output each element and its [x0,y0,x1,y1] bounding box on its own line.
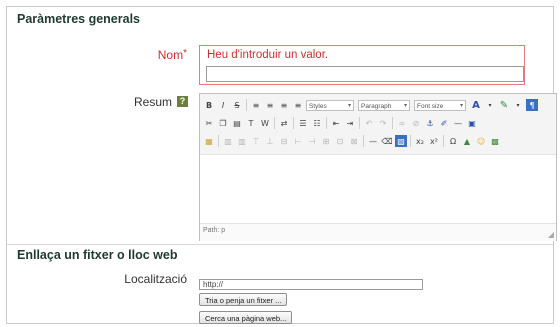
toolbar-separator [359,117,360,129]
redo-icon[interactable]: ↷ [377,117,389,129]
numbered-list-icon[interactable]: ☷ [311,117,323,129]
chevron-down-icon: ▾ [403,102,407,109]
editor-path-bar: Path: p ◢ [200,223,556,241]
search-web-button[interactable]: Cerca una pàgina web... [199,311,293,324]
chevron-down-icon[interactable]: ▾ [484,99,496,111]
choose-file-button[interactable]: Tria o penja un fitxer ... [199,293,288,306]
toolbar-separator [443,135,444,147]
table-icon[interactable]: ▦ [203,135,215,147]
visual-aid-icon[interactable]: ▧ [395,135,407,147]
outdent-icon[interactable]: ⇤ [330,117,342,129]
align-center-icon[interactable]: ≡ [264,99,276,111]
cleanup-icon[interactable]: ✐ [438,117,450,129]
horizontal-rule-icon[interactable]: — [367,135,379,147]
toolbar-separator [410,135,411,147]
styles-select-label: Styles [309,102,327,110]
styles-select[interactable]: Styles ▾ [306,99,354,111]
link-icon[interactable]: ∞ [396,117,408,129]
col-before-icon[interactable]: ⊢ [292,135,304,147]
align-right-icon[interactable]: ≡ [278,99,290,111]
indent-icon[interactable]: ⇥ [344,117,356,129]
paste-text-icon[interactable]: T [245,117,257,129]
remove-format-icon[interactable]: ⌫ [381,135,393,147]
background-color-icon[interactable]: ✎ [498,99,510,111]
toolbar-separator [274,117,275,129]
paste-icon[interactable]: ▤ [231,117,243,129]
cut-icon[interactable]: ✂ [203,117,215,129]
name-error-box: Heu d'introduir un valor. [199,45,525,85]
delete-col-icon[interactable]: ⊞ [320,135,332,147]
location-input[interactable] [199,279,423,290]
toolbar-separator [392,117,393,129]
form-frame: Paràmetres generals Nom* Heu d'introduir… [6,6,557,324]
toolbar-separator [218,135,219,147]
media-icon[interactable]: ▲ [461,135,473,147]
summary-editor: B I S ≡ ≡ ≡ ≡ Styles ▾ Paragraph ▾ Font si… [199,93,557,241]
name-label-text: Nom [157,48,184,62]
resize-handle-icon[interactable]: ◢ [548,230,554,239]
special-char-icon[interactable]: Ω [447,135,459,147]
subscript-icon[interactable]: x₂ [414,135,426,147]
text-color-icon[interactable]: A [470,99,482,111]
location-label: Localització [124,272,187,286]
name-input[interactable] [206,66,524,82]
image-icon[interactable]: ▣ [466,117,478,129]
chevron-down-icon: ▾ [459,102,463,109]
horizontal-rule-icon[interactable]: — [452,117,464,129]
toolbar-row-1: B I S ≡ ≡ ≡ ≡ Styles ▾ Paragraph ▾ Font si… [203,97,540,113]
align-justify-icon[interactable]: ≡ [292,99,304,111]
row-after-icon[interactable]: ⊥ [264,135,276,147]
editor-path-text: Path: p [203,227,226,234]
row-props-icon[interactable]: ▥ [222,135,234,147]
anchor-icon[interactable]: ⚓ [424,117,436,129]
merge-cells-icon[interactable]: ⊠ [348,135,360,147]
ltr-direction-icon[interactable]: ¶ [526,99,538,111]
cell-props-icon[interactable]: ▥ [236,135,248,147]
section-title-general: Paràmetres generals [17,12,140,26]
bullet-list-icon[interactable]: ☰ [297,117,309,129]
col-after-icon[interactable]: ⊣ [306,135,318,147]
editor-content-area[interactable] [200,155,556,223]
fontsize-select-label: Font size [417,102,444,110]
paste-word-icon[interactable]: W [259,117,271,129]
toolbar-row-2: ✂ ❐ ▤ T W ⇄ ☰ ☷ ⇤ ⇥ ↶ ↷ ∞ ⊘ ⚓ ✐ — ▣ [203,115,480,131]
section-divider [7,244,553,245]
spellcheck-icon[interactable]: ▩ [489,135,501,147]
summary-label: Resum [133,95,172,109]
find-replace-icon[interactable]: ⇄ [278,117,290,129]
bold-icon[interactable]: B [203,99,215,111]
section-title-link: Enllaça un fitxer o lloc web [17,248,178,262]
superscript-icon[interactable]: x² [428,135,440,147]
fontsize-select[interactable]: Font size ▾ [414,99,466,111]
toolbar-separator [326,117,327,129]
chevron-down-icon: ▾ [347,102,351,109]
emoticon-icon[interactable]: ☺ [475,135,487,147]
name-label: Nom* [107,48,187,62]
paragraph-select-label: Paragraph [361,102,392,110]
required-marker: * [183,48,187,59]
delete-row-icon[interactable]: ⊟ [278,135,290,147]
split-cells-icon[interactable]: ⊡ [334,135,346,147]
copy-icon[interactable]: ❐ [217,117,229,129]
toolbar-row-3: ▦ ▥ ▥ ⊤ ⊥ ⊟ ⊢ ⊣ ⊞ ⊡ ⊠ — ⌫ ▧ x₂ x² Ω ▲ ☺ … [203,133,503,149]
toolbar-separator [293,117,294,129]
toolbar-separator [246,99,247,111]
unlink-icon[interactable]: ⊘ [410,117,422,129]
undo-icon[interactable]: ↶ [363,117,375,129]
paragraph-select[interactable]: Paragraph ▾ [358,99,410,111]
align-left-icon[interactable]: ≡ [250,99,262,111]
toolbar-separator [363,135,364,147]
chevron-down-icon[interactable]: ▾ [512,99,524,111]
name-error-message: Heu d'introduir un valor. [207,49,329,61]
row-before-icon[interactable]: ⊤ [250,135,262,147]
strikethrough-icon[interactable]: S [231,99,243,111]
italic-icon[interactable]: I [217,99,229,111]
help-icon[interactable]: ? [177,96,188,107]
